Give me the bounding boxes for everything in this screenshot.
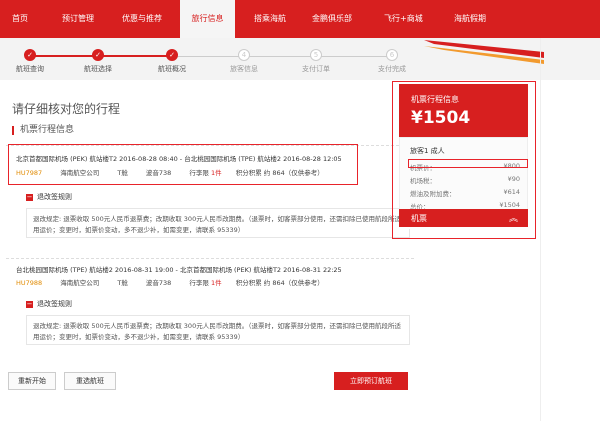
- nav-item-travel-info[interactable]: 旅行信息: [180, 0, 235, 38]
- refund-rule-text: 退改规定: 退票收取 500元人民币退票费；改期收取 300元人民币改期费。（退…: [26, 208, 410, 238]
- step-check-icon: ✓: [92, 49, 104, 61]
- step-check-icon: ✓: [166, 49, 178, 61]
- step-label: 航班选择: [84, 65, 112, 73]
- cabin-class: T舱: [117, 279, 128, 287]
- annotation-box-ticket-price: [408, 159, 528, 168]
- page-title: 请仔细核对您的行程: [12, 102, 121, 116]
- step-label: 旅客信息: [230, 65, 258, 73]
- nav-item-fly-hainan[interactable]: 搭乘海航: [254, 13, 286, 24]
- annotation-box-route: [8, 144, 358, 185]
- step-label: 航班查询: [16, 65, 44, 73]
- step-label: 航班概况: [158, 65, 186, 73]
- aircraft-type: 波音738: [145, 279, 172, 287]
- collapse-icon: −: [26, 192, 33, 201]
- refund-rule-title: 退改签规则: [37, 300, 72, 308]
- refund-rule-text: 退改规定: 退票收取 500元人民币退票费；改期收取 300元人民币改期费。（退…: [26, 315, 410, 345]
- refund-rule-toggle[interactable]: − 退改签规则: [26, 192, 72, 202]
- nav-item-promotions[interactable]: 优惠与推荐: [122, 13, 162, 24]
- baggage-prefix: 行李限: [189, 279, 209, 287]
- decorative-swoosh: [424, 40, 544, 64]
- progress-step-complete: 6 支付完成: [362, 49, 422, 74]
- nav-item-mall[interactable]: 飞行+商城: [384, 13, 423, 24]
- nav-item-holidays[interactable]: 海航假期: [454, 13, 486, 24]
- book-now-button[interactable]: 立即预订航班: [334, 372, 408, 390]
- section-title: 机票行程信息: [12, 126, 74, 135]
- progress-step-search: ✓ 航班查询: [0, 49, 60, 74]
- segment-meta: HU7988 海南航空公司 T舱 波音738 行李限 1件 积分积累 约 864…: [16, 277, 340, 287]
- step-number: 6: [386, 49, 398, 61]
- collapse-icon: −: [26, 299, 33, 308]
- nav-item-home[interactable]: 首页: [12, 13, 28, 24]
- nav-item-fortune-club[interactable]: 金鹏俱乐部: [312, 13, 352, 24]
- baggage-count: 1件: [210, 279, 222, 287]
- refund-rule-title: 退改签规则: [37, 193, 72, 201]
- step-label: 支付订单: [302, 65, 330, 73]
- restart-button[interactable]: 重新开始: [8, 372, 56, 390]
- reselect-flight-button[interactable]: 重选航班: [64, 372, 116, 390]
- refund-rule-toggle[interactable]: − 退改签规则: [26, 299, 72, 309]
- flight-segment-return: 台北桃园国际机场 (TPE) 航站楼2 2016-08-31 19:00 - 北…: [6, 258, 414, 358]
- nav-item-booking-manage[interactable]: 预订管理: [62, 13, 94, 24]
- step-number: 5: [310, 49, 322, 61]
- progress-step-select: ✓ 航班选择: [68, 49, 128, 74]
- airline-name: 海南航空公司: [60, 279, 100, 287]
- top-nav: 首页 预订管理 优惠与推荐 旅行信息 搭乘海航 金鹏俱乐部 飞行+商城 海航假期: [0, 0, 600, 38]
- step-number: 4: [238, 49, 250, 61]
- step-label: 支付完成: [378, 65, 406, 73]
- segment-route: 台北桃园国际机场 (TPE) 航站楼2 2016-08-31 19:00 - 北…: [16, 266, 342, 274]
- progress-step-payment: 5 支付订单: [286, 49, 346, 74]
- step-check-icon: ✓: [24, 49, 36, 61]
- progress-step-overview: ✓ 航班概况: [142, 49, 202, 74]
- progress-track-pending: [172, 56, 392, 57]
- points-estimate: 积分积累 约 864（仅供参考）: [235, 279, 324, 287]
- page-divider: [540, 38, 541, 421]
- progress-step-passenger: 4 旅客信息: [214, 49, 274, 74]
- flight-number: HU7988: [16, 279, 43, 287]
